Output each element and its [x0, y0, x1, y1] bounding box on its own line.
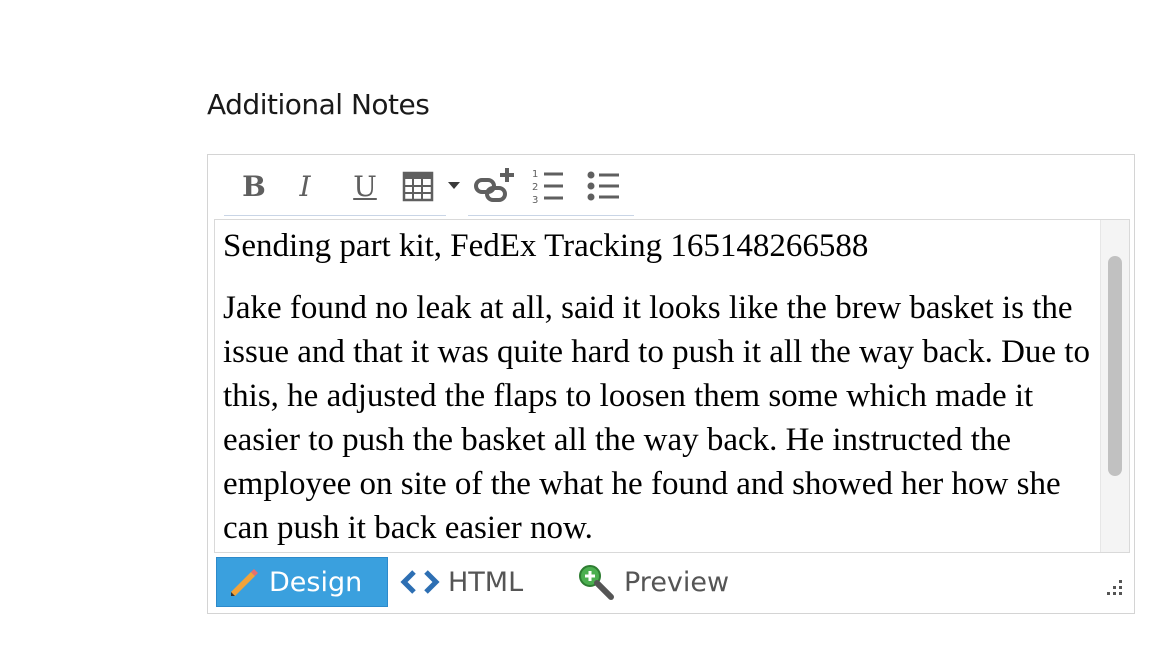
- resize-grip-icon[interactable]: [1100, 577, 1124, 601]
- table-dropdown-button[interactable]: [446, 165, 462, 207]
- rich-text-editor: B I U 1 2 3 Sending part kit, FedEx Trac…: [207, 154, 1135, 614]
- tab-preview-label: Preview: [624, 566, 730, 598]
- svg-text:2: 2: [532, 182, 538, 193]
- underline-button[interactable]: U: [348, 165, 382, 207]
- insert-table-button[interactable]: [400, 165, 436, 207]
- content-paragraph: Jake found no leak at all, said it looks…: [223, 290, 1090, 546]
- bold-button[interactable]: B: [238, 165, 270, 207]
- editor-content-area[interactable]: Sending part kit, FedEx Tracking 1651482…: [214, 219, 1130, 553]
- dropdown-caret-icon: [448, 182, 460, 189]
- tab-preview[interactable]: Preview: [576, 557, 736, 607]
- insert-link-button[interactable]: [472, 165, 516, 207]
- editor-mode-bar: Design HTML Preview: [208, 553, 1134, 613]
- ordered-list-button[interactable]: 1 2 3: [530, 165, 566, 207]
- scrollbar-thumb[interactable]: [1108, 256, 1122, 476]
- unordered-list-icon: [587, 171, 619, 201]
- code-icon: [400, 568, 440, 596]
- editor-content[interactable]: Sending part kit, FedEx Tracking 1651482…: [223, 224, 1093, 552]
- ordered-list-icon: 1 2 3: [532, 169, 563, 206]
- tab-design[interactable]: Design: [216, 557, 388, 607]
- content-paragraph: Sending part kit, FedEx Tracking 1651482…: [223, 228, 869, 264]
- editor-scrollbar[interactable]: [1100, 220, 1129, 552]
- magnifier-icon: [576, 562, 616, 602]
- table-icon: [402, 171, 434, 202]
- pencil-icon: [229, 566, 261, 598]
- insert-link-icon: [474, 168, 514, 202]
- toolbar-group-divider: [224, 215, 446, 216]
- tab-html-label: HTML: [448, 566, 524, 598]
- editor-toolbar: B I U 1 2 3: [208, 155, 1134, 219]
- toolbar-group-divider: [468, 215, 634, 216]
- tab-html[interactable]: HTML: [400, 557, 540, 607]
- svg-text:3: 3: [532, 195, 538, 206]
- unordered-list-button[interactable]: [586, 165, 622, 207]
- svg-text:1: 1: [532, 169, 538, 180]
- additional-notes-label: Additional Notes: [207, 88, 430, 121]
- tab-design-label: Design: [269, 566, 363, 598]
- italic-button[interactable]: I: [290, 165, 320, 207]
